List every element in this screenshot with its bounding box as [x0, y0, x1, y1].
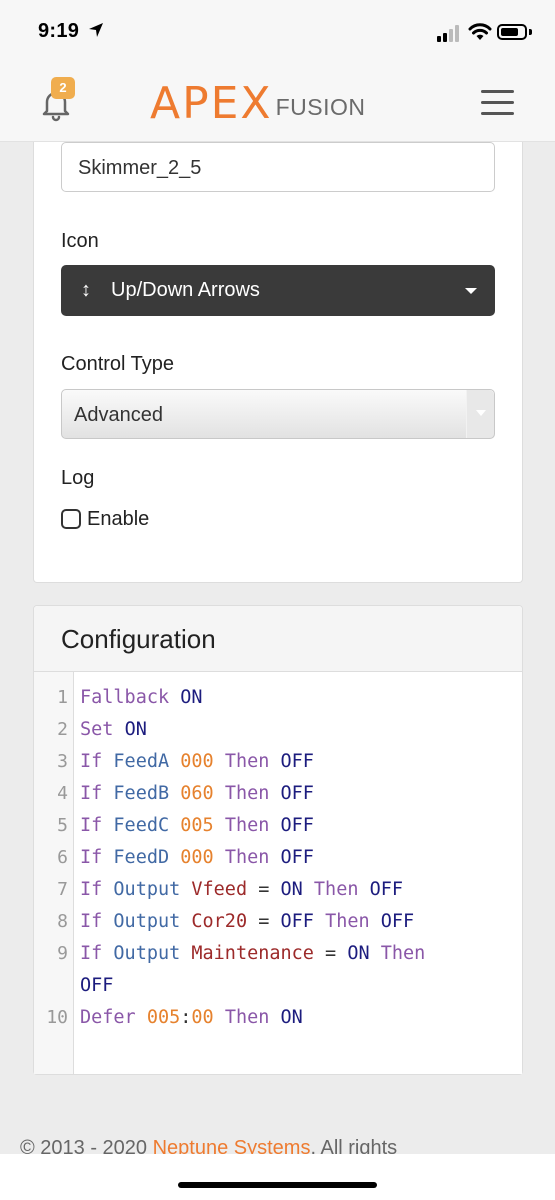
apex-fusion-logo[interactable]: APEX FUSION — [150, 78, 366, 129]
code-text: OFF — [80, 975, 114, 996]
browser-bottom-bar — [0, 1154, 555, 1200]
code-text: Defer 005:00 Then ON — [80, 1007, 303, 1028]
line-number: 9 — [57, 943, 68, 964]
enable-label: Enable — [87, 507, 150, 530]
control-type-label: Control Type — [61, 353, 175, 375]
code-text: If FeedA 000 Then OFF — [80, 751, 314, 772]
configuration-header: Configuration — [34, 606, 522, 672]
caret-down-icon — [465, 288, 477, 294]
logo-fusion-text: FUSION — [275, 94, 366, 120]
code-text: If FeedD 000 Then OFF — [80, 847, 314, 868]
control-type-value: Advanced — [74, 404, 163, 426]
code-text: If Output Cor20 = OFF Then OFF — [80, 911, 415, 932]
log-label: Log — [61, 467, 95, 489]
icon-select[interactable]: ↕ Up/Down Arrows — [61, 265, 495, 316]
icon-label: Icon — [61, 230, 99, 252]
wifi-icon — [468, 23, 492, 40]
caret-down-icon — [476, 410, 486, 416]
line-number: 4 — [57, 783, 68, 804]
code-text: If FeedB 060 Then OFF — [80, 783, 314, 804]
control-type-select[interactable]: Advanced — [61, 389, 495, 439]
code-text: If Output Maintenance = ON Then — [80, 943, 426, 964]
line-number: 10 — [46, 1007, 68, 1028]
code-editor[interactable]: 1 Fallback ON 2 Set ON 3 If FeedA 000 Then OF… — [34, 672, 522, 1074]
code-text: Fallback ON — [80, 687, 203, 708]
location-arrow-icon — [89, 23, 103, 37]
up-down-arrows-icon: ↕ — [81, 279, 91, 301]
log-enable-row[interactable]: Enable — [61, 507, 149, 531]
notification-badge[interactable]: 2 — [51, 77, 75, 99]
line-number: 8 — [57, 911, 68, 932]
battery-icon — [497, 24, 527, 40]
code-text: If Output Vfeed = ON Then OFF — [80, 879, 404, 900]
home-indicator[interactable] — [178, 1182, 377, 1188]
hamburger-menu-icon[interactable] — [481, 90, 514, 116]
status-bar: 9:19 — [0, 0, 555, 64]
line-number: 7 — [57, 879, 68, 900]
line-number: 3 — [57, 751, 68, 772]
select-dropdown-button[interactable] — [466, 390, 494, 438]
logo-apex-text: APEX — [150, 78, 273, 129]
line-number: 5 — [57, 815, 68, 836]
code-text: If FeedC 005 Then OFF — [80, 815, 314, 836]
cellular-signal-icon — [437, 24, 463, 42]
line-number: 2 — [57, 719, 68, 740]
icon-select-value: Up/Down Arrows — [111, 279, 260, 301]
line-number: 6 — [57, 847, 68, 868]
log-enable-checkbox[interactable] — [61, 509, 81, 529]
status-time: 9:19 — [38, 20, 80, 42]
line-number: 1 — [57, 687, 68, 708]
battery-nub — [529, 29, 532, 35]
configuration-panel: Configuration 1 Fallback ON 2 Set ON 3 If Fee… — [33, 605, 523, 1075]
output-name-input[interactable]: Skimmer_2_5 — [61, 142, 495, 192]
code-text: Set ON — [80, 719, 147, 740]
configuration-title: Configuration — [61, 624, 216, 654]
